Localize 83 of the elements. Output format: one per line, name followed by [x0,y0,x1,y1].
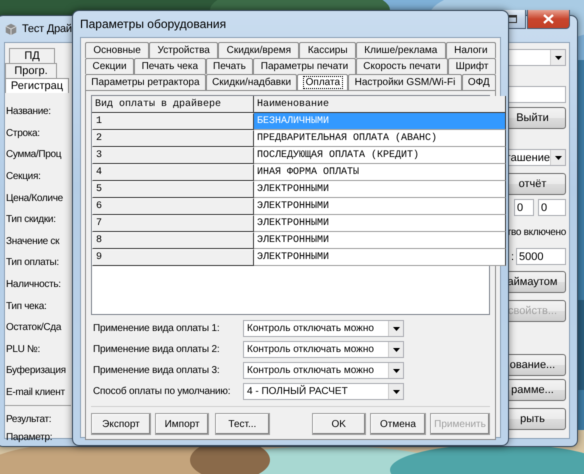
dropdown[interactable]: Контроль отключать можно [243,341,404,358]
tab[interactable]: Секции [85,58,134,74]
field-label: Наличность: [5,278,62,292]
field-label: Название: [5,105,52,120]
row-header[interactable]: 2 [92,130,254,147]
table-cell[interactable]: ЭЛЕКТРОННЫМИ [254,198,506,215]
field-label: E-mail клиент [5,386,66,400]
close-button[interactable] [527,10,570,29]
tab[interactable]: Клише/реклама [356,42,446,58]
close-icon [543,14,554,24]
table-cell[interactable]: ЭЛЕКТРОННЫМИ [254,232,506,249]
row-header[interactable]: 8 [92,232,254,249]
tab[interactable]: Прогр. [5,63,57,78]
tab[interactable]: ОФД [462,74,496,90]
row-header[interactable]: 7 [92,215,254,232]
tab[interactable]: Кассиры [299,42,356,58]
table-cell[interactable]: ПРЕДВАРИТЕЛЬНАЯ ОПЛАТА (АВАНС) [254,130,506,147]
field-label: Буферизация [5,364,67,378]
field-label: Сумма/Проц [5,148,62,162]
tab[interactable]: Печать чека [134,58,206,74]
field-label: PLU №: [5,342,41,357]
row-header[interactable]: 9 [92,249,254,266]
button[interactable]: Тест... [215,413,270,435]
field-label: Тип чека: [5,300,48,314]
dropdown-arrow-icon [554,156,562,160]
tab[interactable]: Скидки/время [218,42,300,58]
result-label: Результат: [5,412,52,427]
tab[interactable]: Скидки/надбавки [206,74,298,90]
field-label: Тип скидки: [5,213,57,228]
table-cell[interactable]: ЭЛЕКТРОННЫМИ [254,249,506,266]
ok-button[interactable]: OK [312,413,366,435]
field-label: Секция: [5,170,42,184]
field-label: Цена/Количе [5,192,64,206]
button[interactable]: Импорт [154,413,210,435]
app-icon [4,22,18,36]
input-field[interactable]: 0 [538,199,566,216]
table-cell[interactable]: ИНАЯ ФОРМА ОПЛАТЫ [254,164,506,181]
column-header[interactable]: Наименование [254,96,506,113]
row-header[interactable]: 1 [92,113,254,130]
tab[interactable]: ПД [9,48,55,63]
dropdown[interactable]: 4 - ПОЛНЫЙ РАСЧЕТ [243,383,404,400]
button[interactable]: Экспорт [91,413,151,435]
dropdown-arrow-icon [392,390,400,394]
row-header[interactable]: 6 [92,198,254,215]
tab[interactable]: Параметры печати [253,58,356,74]
button[interactable]: Отмена [370,413,426,435]
dropdown[interactable]: Контроль отключать можно [243,320,404,337]
setting-label: Способ оплаты по умолчанию: [93,386,232,397]
setting-label: Применение вида оплаты 3: [93,365,220,376]
dropdown-arrow-icon [554,56,562,60]
field-label: Значение ск [5,234,60,249]
tab[interactable]: Регистрац [5,78,69,93]
field-label: : [510,250,514,262]
table-cell[interactable]: ЭЛЕКТРОННЫМИ [254,215,506,232]
tab[interactable]: Параметры ретрактора [85,74,206,90]
table-cell[interactable]: ЭЛЕКТРОННЫМИ [254,181,506,198]
setting-label: Применение вида оплаты 1: [93,323,220,334]
window-title: Тест Драй [22,23,72,35]
dropdown-arrow-icon [392,368,400,372]
window-title: Параметры оборудования [80,17,226,31]
dropdown[interactable]: Контроль отключать можно [243,362,404,379]
tab[interactable]: Настройки GSM/Wi-Fi [348,74,462,90]
tab[interactable]: Устройства [149,42,218,58]
input-field[interactable]: 5000 [516,248,566,265]
dropdown-arrow-icon [392,326,400,330]
field-label: Строка: [5,126,41,141]
tab[interactable]: Основные [85,42,150,58]
input-field[interactable]: 0 [514,199,534,216]
tab[interactable]: Скорость печати [356,58,448,74]
row-header[interactable]: 5 [92,181,254,198]
tab[interactable]: Налоги [446,42,496,58]
row-header[interactable]: 3 [92,147,254,164]
table-cell[interactable]: ПОСЛЕДУЮЩАЯ ОПЛАТА (КРЕДИТ) [254,147,506,164]
field-label: Тип оплаты: [5,256,60,270]
tab[interactable]: Оплата [297,74,348,90]
column-header[interactable]: Вид оплаты в драйвере [92,96,254,113]
result-label: Параметр: [5,430,54,445]
setting-label: Применение вида оплаты 2: [93,344,220,355]
row-header[interactable]: 4 [92,164,254,181]
tab[interactable]: Шрифт [448,58,496,74]
tab[interactable]: Печать [206,58,254,74]
field-label: Остаток/Сда [5,321,62,336]
dropdown-arrow-icon [392,348,400,352]
